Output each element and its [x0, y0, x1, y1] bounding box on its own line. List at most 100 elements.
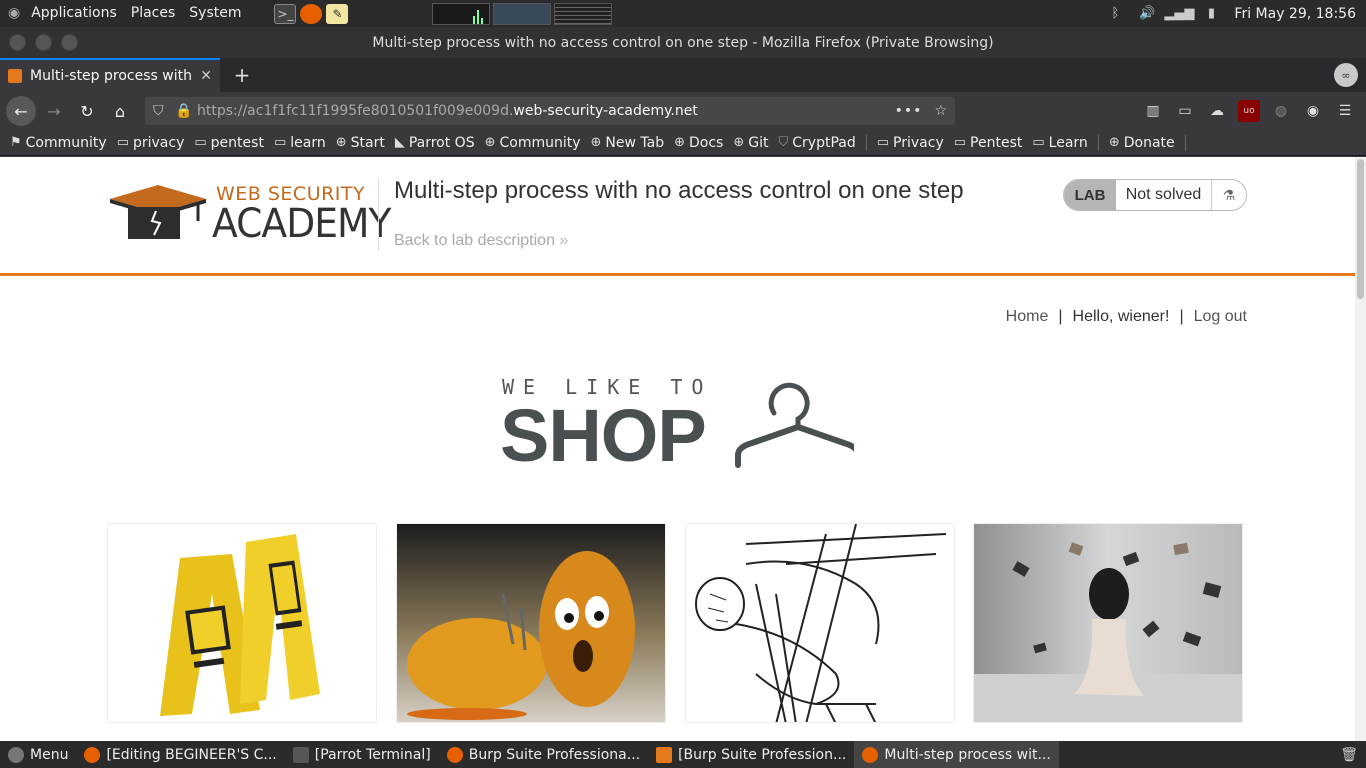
sidebar-icon[interactable]: ▭	[1174, 100, 1196, 122]
bookmark-folder-learn[interactable]: ▭ learn	[274, 135, 326, 151]
folder-icon: ▭	[116, 135, 129, 150]
url-prefix: https://ac1f1fc11f1995fe8010501f009e009d…	[197, 103, 514, 119]
bookmark-star-icon[interactable]: ☆	[934, 103, 947, 119]
community-icon: ⚑	[10, 135, 22, 150]
academy-header: WEB SECURITY ACADEMY Multi-step process …	[0, 157, 1355, 276]
bookmark-new-tab[interactable]: ⊕ New Tab	[591, 135, 665, 151]
burp-icon	[656, 746, 673, 763]
taskbar-item-firefox-active[interactable]: Multi-step process wit...	[854, 741, 1059, 768]
ublock-icon[interactable]: uo	[1238, 100, 1260, 122]
account-icon[interactable]: ◉	[1302, 100, 1324, 122]
places-menu[interactable]: Places	[124, 0, 183, 27]
nav-separator: |	[1058, 308, 1063, 325]
greeting-text: Hello, wiener!	[1072, 308, 1170, 325]
nav-separator: |	[1179, 308, 1184, 325]
header-divider	[378, 179, 379, 251]
library-icon[interactable]: ▥	[1142, 100, 1164, 122]
product-card-flying-books[interactable]	[973, 523, 1243, 723]
back-button[interactable]: ←	[6, 96, 36, 126]
hamburger-menu-icon[interactable]: ☰	[1334, 100, 1356, 122]
taskbar-menu[interactable]: Menu	[0, 741, 76, 768]
folder-icon: ▭	[1032, 135, 1045, 150]
bookmark-docs[interactable]: ⊕ Docs	[674, 135, 723, 151]
back-to-lab-description-link[interactable]: Back to lab description »	[394, 232, 568, 250]
globe-icon: ⊕	[484, 135, 496, 150]
bookmark-parrot-os[interactable]: ◣ Parrot OS	[395, 135, 475, 151]
bookmark-folder-learn-2[interactable]: ▭ Learn	[1032, 135, 1087, 151]
globe-icon: ⊕	[733, 135, 745, 150]
firefox-icon	[446, 746, 463, 763]
logout-link[interactable]: Log out	[1194, 308, 1247, 326]
product-card-caution-signs[interactable]	[107, 523, 377, 723]
system-menu[interactable]: System	[182, 0, 248, 27]
reload-button[interactable]: ↻	[72, 96, 102, 126]
flask-icon: ⚗	[1222, 186, 1236, 203]
lab-status-widget: LAB Not solved ⚗	[1063, 179, 1247, 211]
parrot-menu-icon[interactable]: ◉	[0, 0, 24, 27]
navigation-toolbar: ← → ↻ ⌂ ⛉ 🔒 https://ac1f1fc11f1995fe8010…	[0, 92, 1366, 130]
forward-button[interactable]: →	[39, 96, 69, 126]
trash-icon[interactable]: 🗑	[1340, 747, 1358, 763]
globe-icon: ⊕	[590, 135, 602, 150]
tracking-protection-icon[interactable]: ⛉	[153, 103, 169, 119]
home-link[interactable]: Home	[1006, 308, 1049, 326]
bookmark-community[interactable]: ⚑ Community	[10, 135, 107, 151]
network-signal-icon[interactable]: ▂▄▆	[1164, 5, 1194, 23]
bookmark-donate[interactable]: ⊕ Donate	[1109, 135, 1175, 151]
taskbar-item-burp-suite[interactable]: [Burp Suite Profession...	[648, 741, 854, 768]
bookmark-community-2[interactable]: ⊕ Community	[485, 135, 581, 151]
bookmark-git[interactable]: ⊕ Git	[733, 135, 768, 151]
terminal-launcher-icon[interactable]: >_	[274, 3, 297, 24]
taskbar-item-editor[interactable]: [Editing BEGINEER'S C...	[76, 741, 284, 768]
url-bar[interactable]: ⛉ 🔒 https://ac1f1fc11f1995fe8010501f009e…	[145, 97, 955, 125]
home-button[interactable]: ⌂	[105, 96, 135, 126]
bookmark-folder-privacy-2[interactable]: ▭ Privacy	[877, 135, 944, 151]
bookmark-start[interactable]: ⊕ Start	[336, 135, 385, 151]
folder-icon: ▭	[194, 135, 207, 150]
folder-icon: ▭	[953, 135, 967, 150]
globe-icon: ⊕	[674, 135, 686, 150]
close-tab-icon[interactable]: ✕	[200, 68, 212, 84]
potatoes-image	[397, 524, 665, 722]
bookmark-folder-pentest[interactable]: ▭ pentest	[194, 135, 264, 151]
cpu-monitor	[432, 2, 491, 25]
bookmark-folder-privacy[interactable]: ▭ privacy	[117, 135, 185, 151]
new-tab-button[interactable]: +	[230, 63, 254, 87]
scrollbar-thumb[interactable]	[1357, 159, 1364, 299]
bookmark-folder-pentest-2[interactable]: ▭ Pentest	[954, 135, 1023, 151]
lab-title: Multi-step process with no access contro…	[394, 177, 964, 204]
chevron-right-icon: »	[559, 232, 569, 249]
firefox-launcher-icon[interactable]	[300, 3, 323, 24]
we-like-to-shop-logo: WE LIKE TO SHOP	[500, 375, 856, 477]
lab-status-text: Not solved	[1116, 180, 1212, 210]
battery-icon[interactable]: ▮	[1202, 5, 1220, 23]
clock[interactable]: Fri May 29, 18:56	[1234, 6, 1356, 22]
top-panel: ◉ Applications Places System >_ ✎ ᛒ 🔊 ▂▄…	[0, 0, 1366, 27]
page-scrollbar[interactable]	[1355, 157, 1366, 741]
taskbar-item-burp-browser[interactable]: Burp Suite Professiona...	[439, 741, 648, 768]
volume-icon[interactable]: 🔊	[1138, 5, 1156, 23]
window-title: Multi-step process with no access contro…	[372, 34, 994, 51]
bookmark-cryptpad[interactable]: ⛉ CryptPad	[779, 135, 856, 151]
page-actions-icon[interactable]: •••	[895, 103, 923, 119]
product-card-potatoes[interactable]	[396, 523, 666, 723]
hanger-icon	[735, 382, 854, 468]
applications-menu[interactable]: Applications	[24, 0, 124, 27]
taskbar-item-terminal[interactable]: [Parrot Terminal]	[285, 741, 439, 768]
tab-active[interactable]: Multi-step process with n ✕	[0, 58, 220, 92]
extension-icon[interactable]: ◍	[1270, 100, 1292, 122]
sync-icon[interactable]: ☁	[1206, 100, 1228, 122]
flying-books-image	[974, 524, 1242, 722]
tab-title: Multi-step process with n	[30, 68, 195, 84]
product-card-sketch[interactable]	[685, 523, 955, 723]
bookmark-separator	[1184, 134, 1186, 151]
lock-icon[interactable]: 🔒	[175, 103, 192, 119]
folder-icon: ▭	[876, 135, 890, 150]
shield-icon: ⛉	[778, 135, 789, 150]
bookmark-separator	[1097, 134, 1099, 151]
web-security-academy-logo[interactable]: WEB SECURITY ACADEMY	[108, 183, 392, 249]
private-browsing-icon: ∞	[1334, 63, 1358, 87]
memory-monitor	[493, 2, 552, 25]
text-editor-launcher-icon[interactable]: ✎	[326, 3, 349, 24]
bluetooth-icon[interactable]: ᛒ	[1106, 5, 1124, 23]
